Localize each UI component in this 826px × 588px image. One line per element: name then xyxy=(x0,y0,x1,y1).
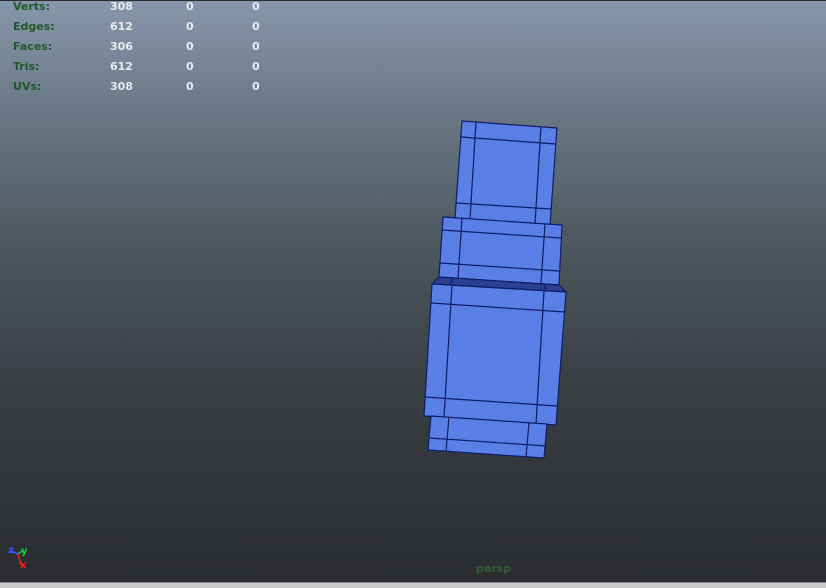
mesh-bottom-ring[interactable] xyxy=(427,415,548,459)
perspective-viewport[interactable]: Verts: 308 0 0 Edges: 612 0 0 Faces: 306… xyxy=(0,0,826,588)
axis-x-label: x xyxy=(20,560,27,571)
camera-name-label: persp xyxy=(476,562,512,575)
axis-z-label: z xyxy=(8,545,14,556)
mesh-upper-ring[interactable] xyxy=(438,216,563,286)
mesh-face xyxy=(427,415,548,459)
mesh-main-body[interactable] xyxy=(423,283,567,426)
viewport-bottom-edge xyxy=(0,582,826,588)
axis-y-label: y xyxy=(21,546,28,557)
polygon-mesh-object[interactable] xyxy=(0,0,826,588)
view-axis-indicator: z y x xyxy=(6,545,36,575)
mesh-top-section[interactable] xyxy=(454,120,558,226)
